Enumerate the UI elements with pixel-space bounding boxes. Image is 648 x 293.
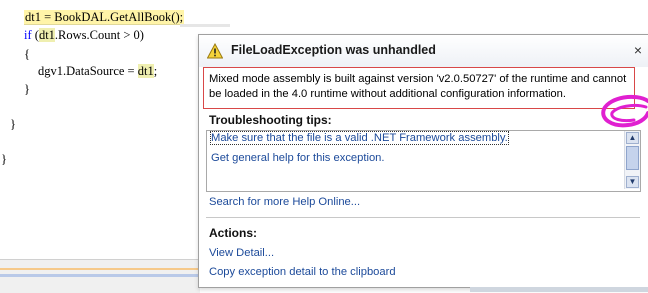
stripe — [0, 268, 200, 270]
variable-highlight: dt1 — [137, 64, 154, 78]
chevron-down-icon[interactable]: ▼ — [626, 176, 639, 188]
exception-assistant-popup: FileLoadException was unhandled × Mixed … — [198, 34, 648, 288]
tips-scrollbar[interactable]: ▲ ▼ — [624, 131, 640, 189]
code-text-fragment: dgv1.DataSource = — [38, 64, 138, 78]
actions-title: Actions: — [209, 226, 257, 240]
tip-link-valid-assembly[interactable]: Make sure that the file is a valid .NET … — [210, 131, 509, 145]
code-line-1: dt1 = BookDAL.GetAllBook(); — [24, 9, 198, 26]
current-statement-highlight: dt1 = BookDAL.GetAllBook(); — [24, 10, 185, 25]
keyword-if: if — [24, 28, 32, 42]
warning-icon — [207, 43, 223, 59]
copy-exception-detail-link[interactable]: Copy exception detail to the clipboard — [209, 266, 396, 278]
code-line-3: { — [24, 47, 30, 61]
code-line-6: } — [10, 117, 16, 131]
view-detail-link[interactable]: View Detail... — [209, 247, 274, 259]
popup-header: FileLoadException was unhandled × — [199, 35, 648, 67]
tip-link-general-help[interactable]: Get general help for this exception. — [211, 152, 385, 164]
code-text-fragment: ; — [153, 64, 158, 78]
troubleshooting-tips-list[interactable]: Make sure that the file is a valid .NET … — [206, 130, 641, 192]
code-line-4: dgv1.DataSource = dt1; — [38, 63, 157, 80]
exception-message: Mixed mode assembly is built against ver… — [203, 67, 635, 109]
taskbar-fragment — [470, 287, 648, 292]
stripe — [0, 274, 200, 277]
close-icon[interactable]: × — [632, 43, 644, 57]
variable-highlight: dt1 — [38, 28, 55, 42]
code-line-5: } — [24, 82, 30, 96]
divider — [206, 217, 640, 218]
popup-connector — [180, 24, 230, 27]
popup-title: FileLoadException was unhandled — [231, 43, 436, 57]
troubleshooting-title: Troubleshooting tips: — [209, 113, 332, 127]
editor-status-strip — [0, 259, 200, 293]
search-help-online-link[interactable]: Search for more Help Online... — [209, 196, 360, 208]
code-text-fragment: .Rows.Count > 0) — [54, 28, 144, 42]
chevron-up-icon[interactable]: ▲ — [626, 132, 639, 144]
marker-annotation — [601, 94, 648, 128]
code-line-7: } — [1, 152, 7, 166]
scrollbar-thumb[interactable] — [626, 146, 639, 170]
code-line-2: if (dt1.Rows.Count > 0) — [24, 28, 144, 42]
